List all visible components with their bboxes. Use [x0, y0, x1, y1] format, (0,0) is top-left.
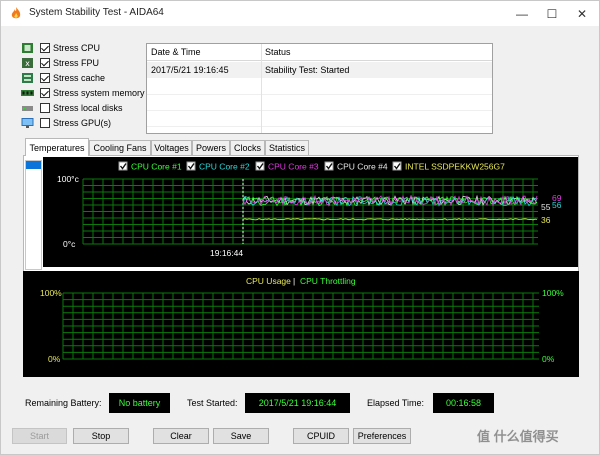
current-value-label: 55	[541, 202, 551, 212]
time-marker-label: 19:16:44	[210, 248, 243, 258]
stress-disks-checkbox[interactable]	[40, 103, 50, 113]
legend-label: CPU Core #1	[131, 162, 182, 172]
current-value-label: 56	[552, 200, 562, 210]
close-button[interactable]: ✕	[567, 1, 597, 26]
stress-disks-option[interactable]: Stress local disks	[21, 101, 146, 115]
temperature-graph-canvas: CPU Core #1 CPU Core #2 CPU Core #3 CPU Cor…	[57, 161, 562, 258]
log-datetime: 2017/5/21 19:16:45	[151, 65, 229, 75]
test-started-value: 2017/5/21 19:16:44	[245, 393, 350, 413]
memory-module-icon	[21, 90, 34, 96]
sensor-list[interactable]	[25, 160, 42, 270]
tab-powers[interactable]: Powers	[192, 140, 230, 155]
elapsed-time-label: Elapsed Time:	[367, 398, 425, 408]
stress-gpu-label: Stress GPU(s)	[53, 118, 112, 128]
maximize-button[interactable]: ☐	[537, 1, 567, 26]
stress-cpu-label: Stress CPU	[53, 43, 101, 53]
y-axis-max-label: 100°c	[57, 174, 80, 184]
column-status[interactable]: Status	[265, 47, 291, 57]
table-row[interactable]: 2017/5/21 19:16:45 Stability Test: Start…	[147, 62, 492, 78]
cpu-chip-icon	[22, 43, 33, 53]
sensor-list-selected-item[interactable]	[26, 161, 41, 169]
stress-cpu-checkbox[interactable]	[40, 43, 50, 53]
elapsed-time-value: 00:16:58	[433, 393, 494, 413]
minimize-button[interactable]: —	[507, 1, 537, 26]
legend-label: INTEL SSDPEKKW256G7	[405, 162, 505, 172]
stress-memory-label: Stress system memory	[53, 88, 145, 98]
right-max-label: 100%	[542, 288, 564, 298]
tab-statistics[interactable]: Statistics	[265, 140, 309, 155]
temperature-graph: CPU Core #1 CPU Core #2 CPU Core #3 CPU Cor…	[43, 157, 578, 267]
legend-label: CPU Core #3	[268, 162, 319, 172]
preferences-button[interactable]: Preferences	[353, 428, 411, 444]
remaining-battery-value: No battery	[109, 393, 170, 413]
stop-button[interactable]: Stop	[73, 428, 129, 444]
log-header: Date & Time Status	[147, 44, 492, 61]
cache-chip-icon	[22, 73, 33, 83]
stress-fpu-option[interactable]: x Stress FPU	[21, 56, 146, 70]
event-log-table[interactable]: Date & Time Status 2017/5/21 19:16:45 St…	[146, 43, 493, 134]
tab-temperatures[interactable]: Temperatures	[25, 138, 89, 156]
row-divider	[147, 126, 492, 127]
current-value-label: 36	[541, 215, 551, 225]
row-divider	[147, 110, 492, 111]
monitor-icon	[21, 118, 34, 128]
usage-grid	[62, 292, 539, 360]
legend-label: CPU Core #4	[337, 162, 388, 172]
y-axis-min-label: 0°c	[63, 239, 76, 249]
stress-cpu-option[interactable]: Stress CPU	[21, 41, 146, 55]
stress-gpu-option[interactable]: Stress GPU(s)	[21, 116, 146, 130]
svg-text:x: x	[25, 59, 30, 68]
right-min-label: 0%	[542, 354, 555, 364]
stress-memory-checkbox[interactable]	[40, 88, 50, 98]
cpu-throttling-title: CPU Throttling	[300, 276, 356, 286]
cpu-usage-graph: CPU Usage | CPU Throttling 100% 0% 100% 0%	[23, 271, 579, 377]
log-status: Stability Test: Started	[265, 65, 350, 75]
cpuid-button[interactable]: CPUID	[293, 428, 349, 444]
stress-gpu-checkbox[interactable]	[40, 118, 50, 128]
window-title: System Stability Test - AIDA64	[29, 7, 164, 18]
fpu-chip-icon: x	[22, 58, 33, 68]
legend-label: CPU Core #2	[199, 162, 250, 172]
stress-disks-label: Stress local disks	[53, 103, 123, 113]
stress-fpu-checkbox[interactable]	[40, 58, 50, 68]
title-separator: |	[293, 276, 295, 286]
stress-fpu-label: Stress FPU	[53, 58, 100, 68]
temperature-grid	[82, 178, 538, 245]
left-min-label: 0%	[48, 354, 61, 364]
save-button[interactable]: Save	[213, 428, 269, 444]
tab-cooling-fans[interactable]: Cooling Fans	[89, 140, 151, 155]
status-bar: Remaining Battery: No battery Test Start…	[21, 393, 581, 413]
start-button[interactable]: Start	[12, 428, 67, 444]
cpu-usage-graph-canvas: CPU Usage | CPU Throttling 100% 0% 100% 0%	[40, 276, 564, 364]
watermark-text: 值 什么值得买	[477, 429, 559, 444]
title-bar: System Stability Test - AIDA64 — ☐ ✕	[1, 1, 599, 26]
stress-memory-option[interactable]: Stress system memory	[21, 86, 146, 100]
test-started-label: Test Started:	[187, 398, 238, 408]
cpu-usage-title: CPU Usage	[246, 276, 291, 286]
disk-drive-icon	[22, 106, 33, 111]
stress-cache-checkbox[interactable]	[40, 73, 50, 83]
tab-voltages[interactable]: Voltages	[151, 140, 192, 155]
aida64-window: System Stability Test - AIDA64 — ☐ ✕ Str…	[0, 0, 600, 455]
column-divider	[261, 44, 262, 133]
tab-clocks[interactable]: Clocks	[230, 140, 265, 155]
column-date-time[interactable]: Date & Time	[151, 47, 201, 57]
stress-cache-label: Stress cache	[53, 73, 106, 83]
stress-cache-option[interactable]: Stress cache	[21, 71, 146, 85]
clear-button[interactable]: Clear	[153, 428, 209, 444]
remaining-battery-label: Remaining Battery:	[25, 398, 102, 408]
row-divider	[147, 94, 492, 95]
flame-icon	[11, 7, 21, 19]
left-max-label: 100%	[40, 288, 62, 298]
